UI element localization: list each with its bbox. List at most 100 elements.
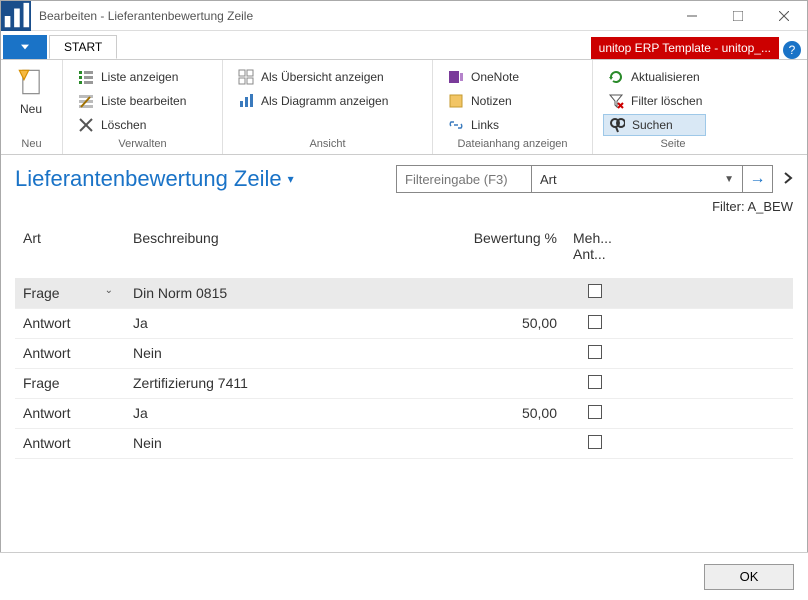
table-row[interactable]: Frage⌄Din Norm 0815	[15, 278, 793, 308]
filter-input[interactable]	[397, 166, 531, 192]
cell-beschreibung[interactable]: Nein	[125, 428, 455, 458]
file-menu[interactable]	[3, 35, 47, 59]
filter-field-dropdown[interactable]: Art ▼	[532, 166, 742, 192]
maximize-button[interactable]	[715, 1, 761, 31]
liste-anzeigen-button[interactable]: Liste anzeigen	[73, 66, 190, 88]
cell-beschreibung[interactable]: Zertifizierung 7411	[125, 368, 455, 398]
cell-art[interactable]: Antwort	[15, 308, 125, 338]
filter-loeschen-label: Filter löschen	[631, 94, 702, 108]
cell-bewertung[interactable]	[455, 278, 565, 308]
checkbox[interactable]	[588, 345, 602, 359]
data-grid: Art Beschreibung Bewertung % Meh... Ant.…	[1, 224, 807, 459]
filter-status: Filter: A_BEW	[1, 199, 807, 224]
suchen-button[interactable]: Suchen	[603, 114, 706, 136]
cell-checkbox[interactable]	[565, 278, 625, 308]
notes-icon	[447, 92, 465, 110]
als-diagramm-anzeigen-button[interactable]: Als Diagramm anzeigen	[233, 90, 392, 112]
notizen-label: Notizen	[471, 94, 512, 108]
page-title: Lieferantenbewertung Zeile	[15, 166, 282, 192]
als-uebersicht-label: Als Übersicht anzeigen	[261, 70, 384, 84]
cell-beschreibung[interactable]: Din Norm 0815	[125, 278, 455, 308]
group-ansicht-label: Ansicht	[233, 136, 422, 154]
cell-beschreibung[interactable]: Ja	[125, 398, 455, 428]
cell-checkbox[interactable]	[565, 338, 625, 368]
table-row[interactable]: AntwortJa50,00	[15, 398, 793, 428]
cell-art[interactable]: Frage⌄	[15, 278, 125, 308]
suchen-label: Suchen	[632, 118, 673, 132]
cell-bewertung[interactable]: 50,00	[455, 398, 565, 428]
chevron-down-icon[interactable]: ⌄	[105, 285, 113, 296]
cell-beschreibung[interactable]: Ja	[125, 308, 455, 338]
ok-button[interactable]: OK	[704, 564, 794, 590]
col-beschreibung[interactable]: Beschreibung	[125, 224, 455, 278]
cell-beschreibung[interactable]: Nein	[125, 338, 455, 368]
ribbon: Neu Neu Liste anzeigen Liste bearbeiten …	[1, 59, 807, 155]
col-bewertung[interactable]: Bewertung %	[455, 224, 565, 278]
cell-art[interactable]: Antwort	[15, 338, 125, 368]
table-row[interactable]: AntwortNein	[15, 428, 793, 458]
title-bar: Bearbeiten - Lieferantenbewertung Zeile	[1, 1, 807, 31]
group-verwalten-label: Verwalten	[73, 136, 212, 154]
help-icon[interactable]: ?	[783, 41, 801, 59]
onenote-label: OneNote	[471, 70, 519, 84]
refresh-icon	[607, 68, 625, 86]
cell-bewertung[interactable]	[455, 428, 565, 458]
table-row[interactable]: FrageZertifizierung 7411	[15, 368, 793, 398]
table-row[interactable]: AntwortJa50,00	[15, 308, 793, 338]
cell-art[interactable]: Antwort	[15, 398, 125, 428]
page-header: Lieferantenbewertung Zeile ▾ Art ▼ →	[1, 155, 807, 199]
expand-chevron-icon[interactable]	[783, 171, 793, 188]
new-document-icon	[15, 66, 47, 98]
cell-checkbox[interactable]	[565, 428, 625, 458]
checkbox[interactable]	[588, 315, 602, 329]
minimize-button[interactable]	[669, 1, 715, 31]
checkbox[interactable]	[588, 375, 602, 389]
checkbox[interactable]	[588, 405, 602, 419]
filter-field-value: Art	[540, 172, 557, 187]
cell-checkbox[interactable]	[565, 368, 625, 398]
clear-filter-icon	[607, 92, 625, 110]
filter-box: Art ▼	[396, 165, 743, 193]
cell-bewertung[interactable]: 50,00	[455, 308, 565, 338]
aktualisieren-label: Aktualisieren	[631, 70, 700, 84]
cell-checkbox[interactable]	[565, 308, 625, 338]
onenote-icon	[447, 68, 465, 86]
tab-start[interactable]: START	[49, 35, 117, 59]
environment-badge: unitop ERP Template - unitop_...	[591, 37, 779, 59]
links-button[interactable]: Links	[443, 114, 523, 136]
col-art[interactable]: Art	[15, 224, 125, 278]
col-meh[interactable]: Meh... Ant...	[565, 224, 625, 278]
neu-label: Neu	[20, 102, 42, 116]
liste-bearbeiten-button[interactable]: Liste bearbeiten	[73, 90, 190, 112]
notizen-button[interactable]: Notizen	[443, 90, 523, 112]
onenote-button[interactable]: OneNote	[443, 66, 523, 88]
als-uebersicht-anzeigen-button[interactable]: Als Übersicht anzeigen	[233, 66, 392, 88]
loeschen-label: Löschen	[101, 118, 146, 132]
overview-icon	[237, 68, 255, 86]
cell-art[interactable]: Antwort	[15, 428, 125, 458]
group-dateianhang-label: Dateianhang anzeigen	[443, 136, 582, 154]
filter-loeschen-button[interactable]: Filter löschen	[603, 90, 706, 112]
tab-strip: START unitop ERP Template - unitop_... ?	[1, 31, 807, 59]
cell-bewertung[interactable]	[455, 338, 565, 368]
cell-art[interactable]: Frage	[15, 368, 125, 398]
window-title: Bearbeiten - Lieferantenbewertung Zeile	[31, 9, 669, 23]
dialog-footer: OK	[0, 552, 808, 600]
table-row[interactable]: AntwortNein	[15, 338, 793, 368]
checkbox[interactable]	[588, 284, 602, 298]
links-label: Links	[471, 118, 499, 132]
close-button[interactable]	[761, 1, 807, 31]
aktualisieren-button[interactable]: Aktualisieren	[603, 66, 706, 88]
group-seite-label: Seite	[603, 136, 743, 154]
page-title-dropdown-icon[interactable]: ▾	[288, 172, 294, 186]
chart-icon	[237, 92, 255, 110]
list-view-icon	[77, 68, 95, 86]
search-icon	[608, 116, 626, 134]
delete-icon	[77, 116, 95, 134]
loeschen-button[interactable]: Löschen	[73, 114, 190, 136]
cell-checkbox[interactable]	[565, 398, 625, 428]
filter-apply-button[interactable]: →	[743, 165, 773, 193]
neu-button[interactable]: Neu	[11, 64, 51, 136]
cell-bewertung[interactable]	[455, 368, 565, 398]
checkbox[interactable]	[588, 435, 602, 449]
